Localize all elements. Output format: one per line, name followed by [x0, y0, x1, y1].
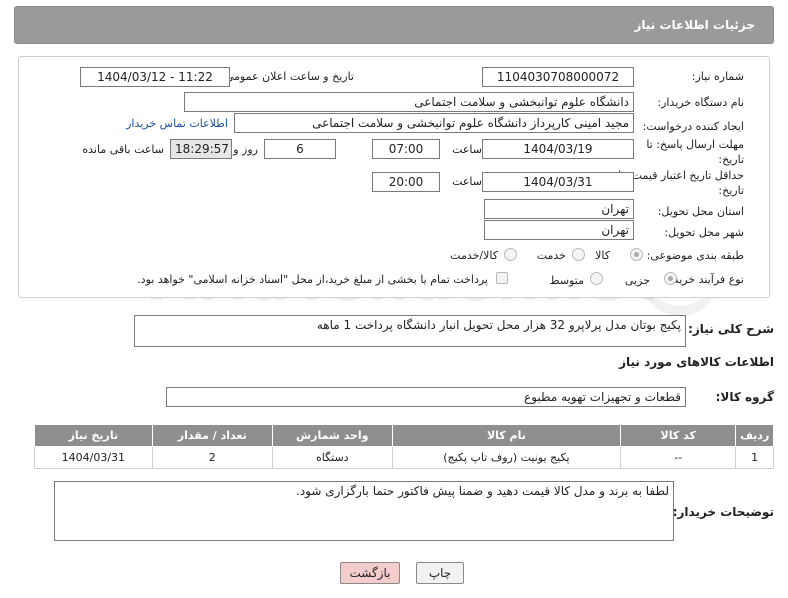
buyer-org-label: نام دستگاه خریدار:: [657, 96, 744, 109]
cell-row-number: 1: [735, 446, 774, 469]
creator-label: ایجاد کننده درخواست:: [642, 120, 744, 133]
print-button[interactable]: چاپ: [416, 562, 464, 584]
page-title: جزئیات اطلاعات نیاز: [634, 18, 755, 32]
deadline-date-field[interactable]: 1404/03/19: [482, 139, 634, 159]
page-header: جزئیات اطلاعات نیاز: [14, 6, 774, 44]
days-remaining-field[interactable]: 6: [264, 139, 336, 159]
cell-unit: دستگاه: [271, 446, 393, 469]
category-goods-radio[interactable]: [630, 248, 643, 261]
process-medium-radio[interactable]: [590, 272, 603, 285]
remaining-time-label: ساعت باقی مانده: [82, 143, 164, 156]
goods-group-label: گروه کالا:: [715, 390, 774, 404]
announce-datetime-label: تاریخ و ساعت اعلان عمومی:: [221, 70, 354, 83]
goods-table: ردیف کد کالا نام کالا واحد شمارش تعداد /…: [34, 424, 774, 469]
price-validity-label: حداقل تاریخ اعتبار قیمت: تا تاریخ:: [618, 169, 744, 197]
col-unit: واحد شمارش: [271, 424, 393, 447]
treasury-payment-note: پرداخت تمام یا بخشی از مبلغ خرید،از محل …: [137, 273, 488, 286]
buyer-notes-textarea[interactable]: لطفا به برند و مدل کالا قیمت دهید و ضمنا…: [54, 481, 674, 541]
validity-time-field[interactable]: 20:00: [372, 172, 440, 192]
validity-time-label: ساعت: [452, 175, 482, 188]
buyer-org-field[interactable]: دانشگاه علوم توانبخشی و سلامت اجتماعی: [184, 92, 634, 112]
days-label: روز و: [233, 143, 258, 156]
category-goods-service-radio[interactable]: [504, 248, 517, 261]
goods-group-field[interactable]: قطعات و تجهیزات تهویه مطبوع: [166, 387, 686, 407]
city-field[interactable]: تهران: [484, 220, 634, 240]
summary-text: پکیج بوتان مدل پرلاپرو 32 هزار محل تحویل…: [316, 318, 681, 332]
summary-textarea[interactable]: پکیج بوتان مدل پرلاپرو 32 هزار محل تحویل…: [134, 315, 686, 347]
col-quantity: تعداد / مقدار: [151, 424, 273, 447]
goods-section-title: اطلاعات کالاهای مورد نیاز: [619, 355, 774, 369]
treasury-payment-checkbox[interactable]: [496, 272, 508, 284]
col-need-date: تاریخ نیاز: [34, 424, 153, 447]
buyer-notes-text: لطفا به برند و مدل کالا قیمت دهید و ضمنا…: [296, 484, 669, 498]
category-goods-service-label: کالا/خدمت: [450, 249, 498, 262]
category-goods-label: کالا: [595, 249, 610, 262]
category-label: طبقه بندی موضوعی:: [646, 249, 744, 262]
city-label: شهر محل تحویل:: [664, 226, 744, 239]
buyer-contact-link[interactable]: اطلاعات تماس خریدار: [126, 117, 228, 130]
back-button[interactable]: بازگشت: [340, 562, 400, 584]
category-service-label: خدمت: [536, 249, 566, 262]
process-medium-label: متوسط: [549, 274, 584, 287]
process-minor-radio[interactable]: [664, 272, 677, 285]
deadline-time-label: ساعت: [452, 143, 482, 156]
cell-need-date: 1404/03/31: [34, 446, 153, 469]
need-number-field[interactable]: 1104030708000072: [482, 67, 634, 87]
deadline-time-field[interactable]: 07:00: [372, 139, 440, 159]
goods-table-header: ردیف کد کالا نام کالا واحد شمارش تعداد /…: [34, 424, 774, 447]
need-number-label: شماره نیاز:: [691, 70, 744, 83]
process-minor-label: جزیی: [624, 274, 650, 287]
col-row-number: ردیف: [735, 424, 774, 447]
cell-item-code: --: [620, 446, 737, 469]
province-field[interactable]: تهران: [484, 199, 634, 219]
creator-field[interactable]: مجید امینی کارپرداز دانشگاه علوم توانبخش…: [234, 113, 634, 133]
announce-datetime-field[interactable]: 1404/03/12 - 11:22: [80, 67, 230, 87]
province-label: استان محل تحویل:: [657, 205, 744, 218]
buyer-notes-label: توضیحات خریدار:: [672, 505, 774, 519]
category-service-radio[interactable]: [572, 248, 585, 261]
remaining-time-field: 18:29:57: [170, 139, 232, 159]
col-item-code: کد کالا: [620, 424, 737, 447]
table-row[interactable]: 1 -- پکیج یونیت (روف تاپ پکیج) دستگاه 2 …: [34, 446, 774, 469]
deadline-label: مهلت ارسال پاسخ: تا تاریخ:: [646, 138, 744, 166]
validity-date-field[interactable]: 1404/03/31: [482, 172, 634, 192]
process-type-label: نوع فرآیند خرید :: [666, 273, 744, 286]
cell-item-name: پکیج یونیت (روف تاپ پکیج): [391, 446, 622, 469]
cell-quantity: 2: [151, 446, 273, 469]
summary-label: شرح کلی نیاز:: [688, 322, 774, 336]
col-item-name: نام کالا: [391, 424, 622, 447]
